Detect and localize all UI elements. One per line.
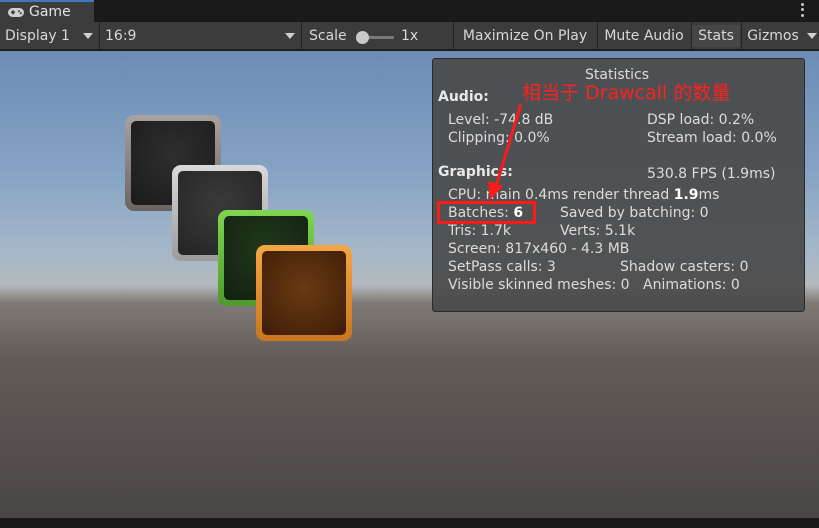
batches-highlight-box [437, 201, 536, 224]
render-thread-value: 1.9 [673, 187, 699, 203]
display-dropdown[interactable]: Display 1 [0, 25, 98, 47]
gizmos-dropdown[interactable] [806, 25, 819, 47]
mute-audio-button[interactable]: Mute Audio [598, 25, 690, 47]
graphics-header: Graphics: [438, 164, 513, 180]
display-dropdown-label: Display 1 [5, 28, 70, 44]
ui-card-orange [256, 245, 352, 341]
verts-count: Verts: 5.1k [560, 223, 636, 239]
stats-button[interactable]: Stats [692, 25, 740, 47]
shadow-casters: Shadow casters: 0 [620, 259, 749, 275]
gamepad-icon [8, 7, 24, 17]
tab-game[interactable]: Game [0, 0, 94, 22]
dsp-load: DSP load: 0.2% [647, 112, 755, 128]
chevron-down-icon [807, 33, 817, 39]
aspect-dropdown-label: 16:9 [105, 28, 137, 44]
fps-readout: 530.8 FPS (1.9ms) [647, 166, 776, 182]
scale-label: Scale [309, 28, 347, 44]
tab-strip: Game [0, 0, 819, 22]
gizmos-button[interactable]: Gizmos [742, 25, 804, 47]
game-toolbar: Display 1 16:9 Scale 1x Maximize On Play… [0, 22, 819, 50]
animations-count: Animations: 0 [643, 277, 740, 293]
setpass-calls: SetPass calls: 3 [448, 259, 556, 275]
annotation-text: 相当于 Drawcall 的数量 [522, 82, 731, 104]
audio-clipping: Clipping: 0.0% [448, 130, 550, 146]
window-bottom-edge [0, 518, 819, 528]
scale-slider-handle[interactable] [356, 31, 369, 44]
screen-info: Screen: 817x460 - 4.3 MB [448, 241, 630, 257]
chevron-down-icon [285, 33, 295, 39]
aspect-dropdown[interactable]: 16:9 [100, 25, 300, 47]
kebab-menu-icon[interactable] [799, 2, 805, 18]
saved-by-batching: Saved by batching: 0 [560, 205, 709, 221]
maximize-on-play-button[interactable]: Maximize On Play [454, 25, 596, 47]
audio-header: Audio: [438, 89, 489, 105]
scale-value: 1x [401, 28, 419, 44]
audio-level: Level: -74.8 dB [448, 112, 554, 128]
tab-label: Game [29, 4, 71, 20]
tris-count: Tris: 1.7k [448, 223, 511, 239]
visible-skinned-meshes: Visible skinned meshes: 0 [448, 277, 630, 293]
chevron-down-icon [83, 33, 93, 39]
stream-load: Stream load: 0.0% [647, 130, 777, 146]
toolbar-divider [301, 22, 302, 50]
